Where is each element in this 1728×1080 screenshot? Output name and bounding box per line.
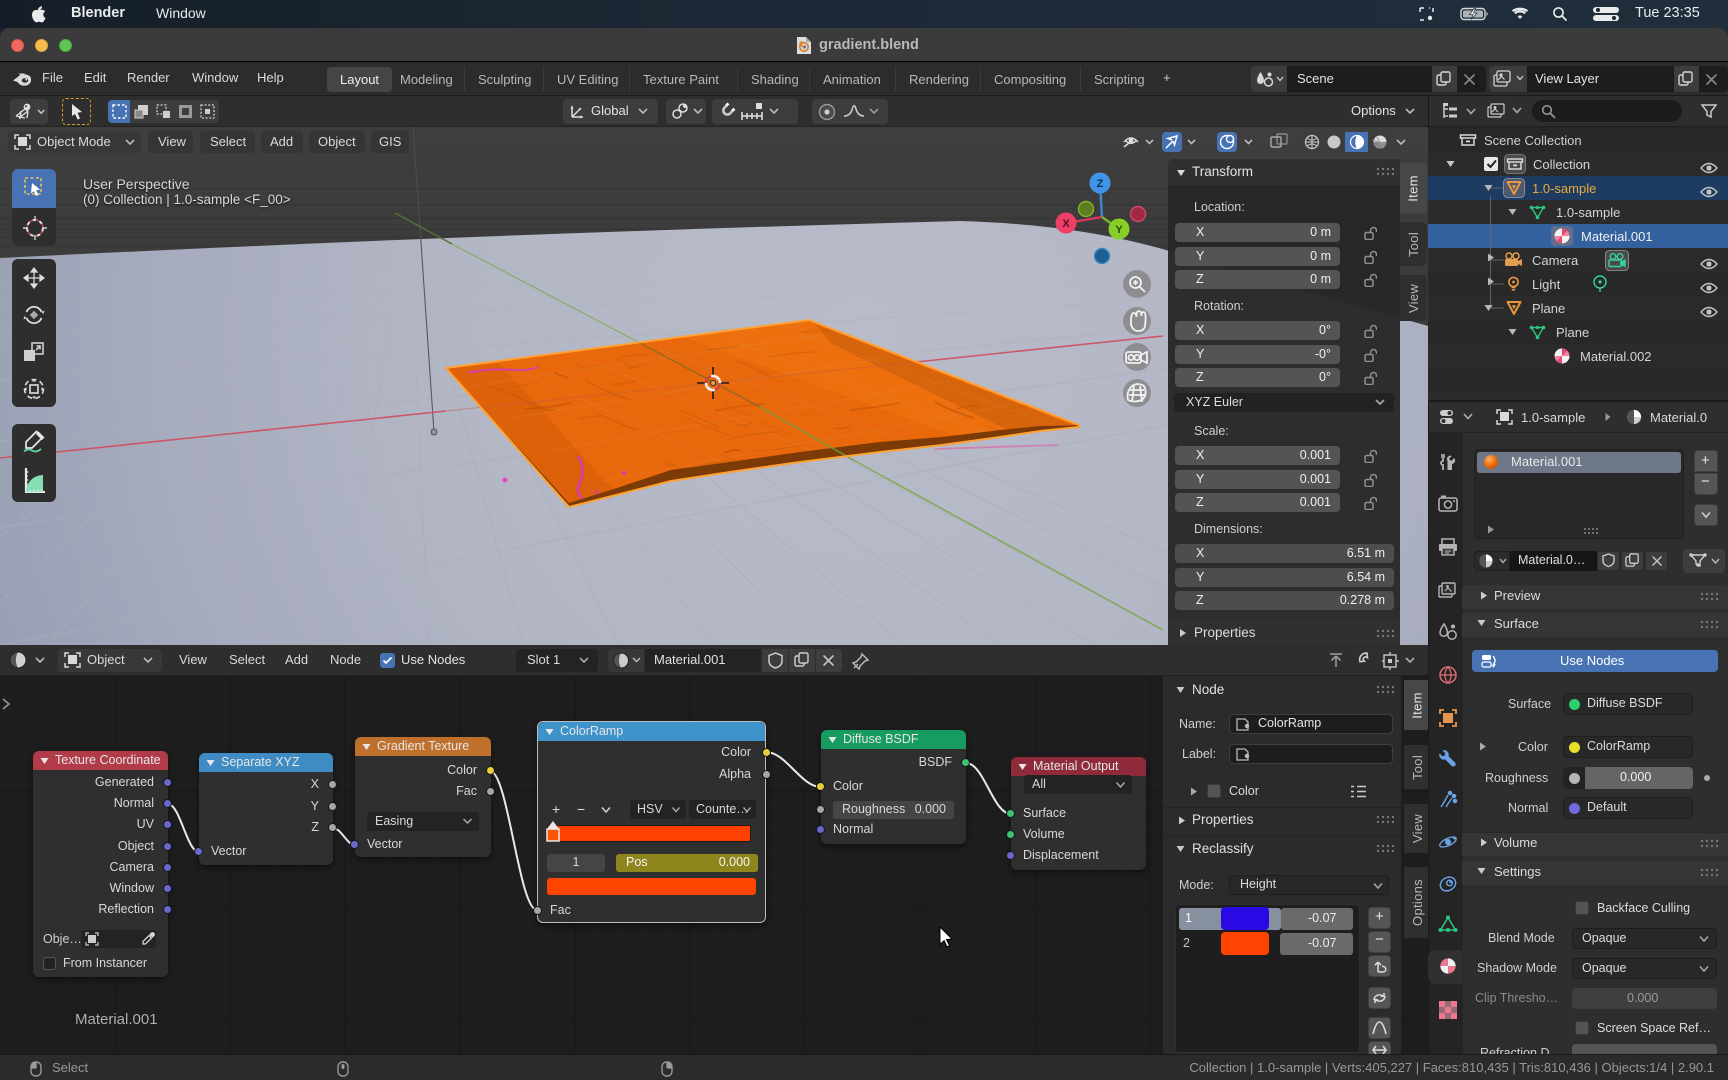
svg-text:Z: Z — [1097, 178, 1104, 190]
svg-text:X: X — [1062, 218, 1070, 230]
svg-text:Y: Y — [1115, 224, 1123, 236]
